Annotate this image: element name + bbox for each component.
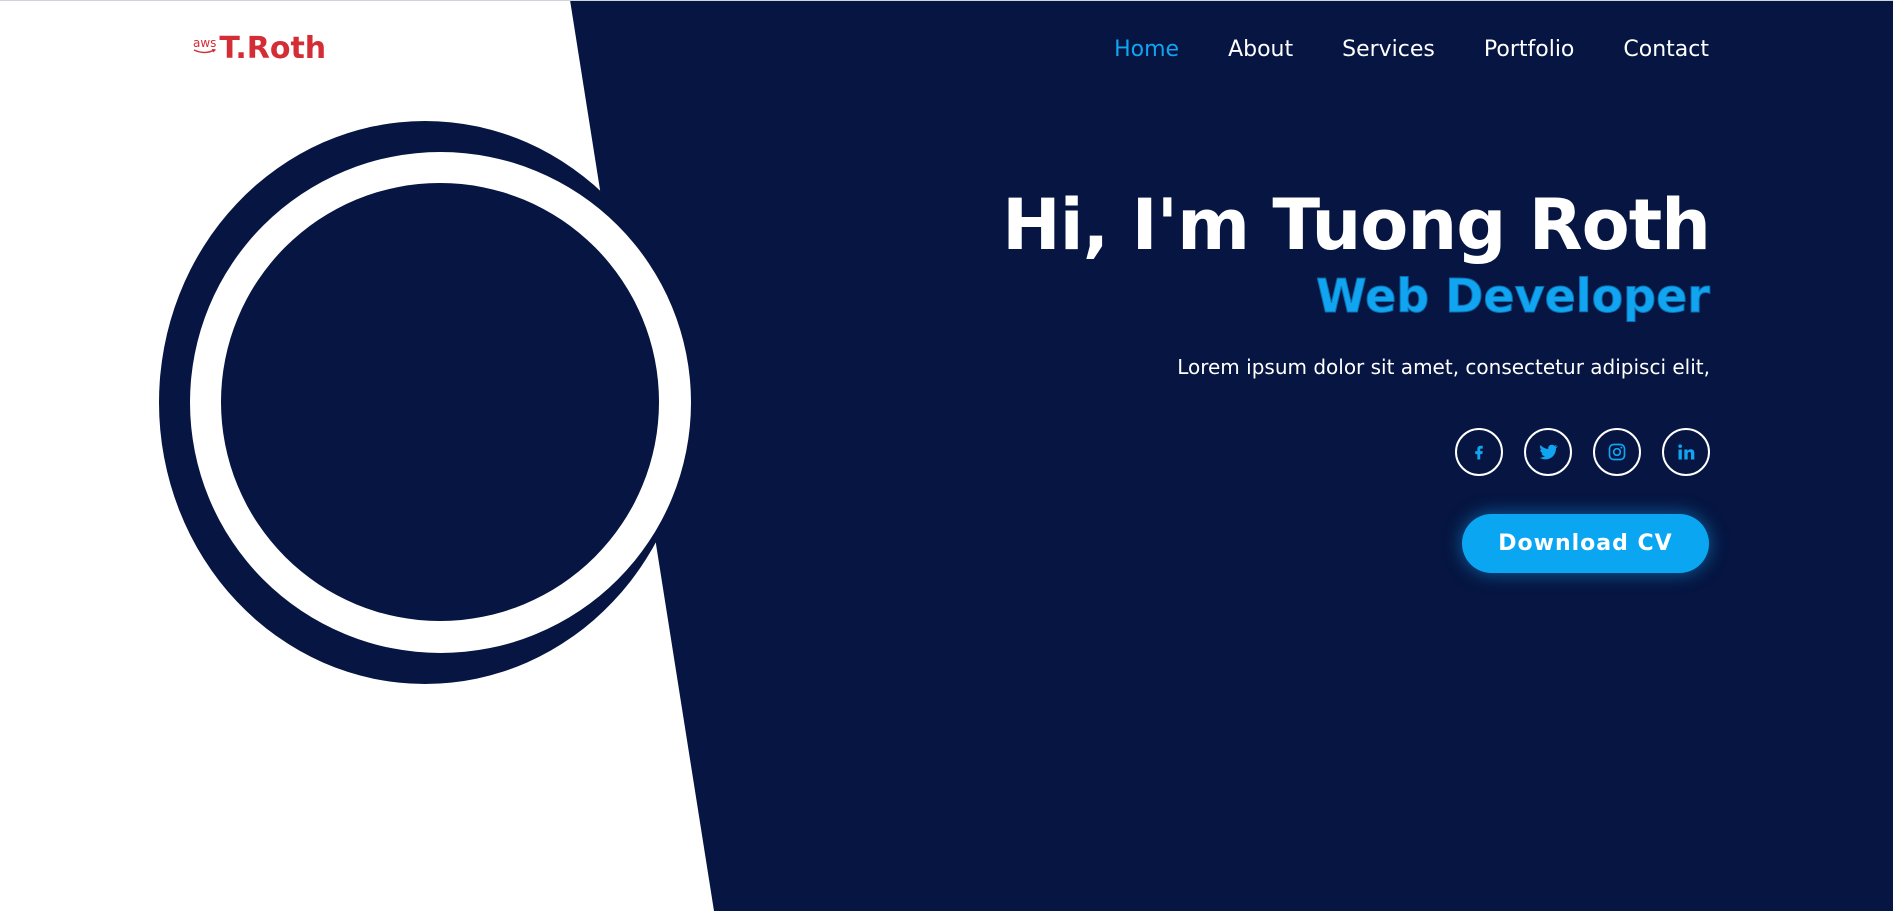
- main-nav: Home About Services Portfolio Contact: [1114, 36, 1709, 64]
- twitter-link[interactable]: [1524, 428, 1572, 476]
- facebook-link[interactable]: [1455, 428, 1503, 476]
- logo[interactable]: aws T.Roth: [193, 33, 326, 65]
- hero-tagline: Lorem ipsum dolor sit amet, consectetur …: [1177, 355, 1710, 379]
- aws-logo-mark: aws: [193, 36, 217, 54]
- profile-image-placeholder: [221, 183, 659, 621]
- hero-text: Hi, I'm Tuong Roth Web Developer Lorem i…: [810, 180, 1711, 380]
- aws-smile-icon: [193, 49, 217, 54]
- page: aws T.Roth Home About Services Portfolio…: [0, 0, 1893, 911]
- nav-home[interactable]: Home: [1114, 36, 1179, 64]
- nav-portfolio[interactable]: Portfolio: [1484, 36, 1575, 64]
- aws-text: aws: [193, 36, 217, 50]
- nav-contact[interactable]: Contact: [1623, 36, 1709, 64]
- linkedin-icon: [1678, 444, 1695, 460]
- instagram-icon: [1608, 443, 1626, 461]
- twitter-icon: [1539, 444, 1558, 460]
- download-cv-button[interactable]: Download CV: [1462, 514, 1709, 573]
- instagram-link[interactable]: [1593, 428, 1641, 476]
- facebook-icon: [1475, 445, 1483, 460]
- nav-about[interactable]: About: [1228, 36, 1293, 64]
- hero-greeting: Hi, I'm Tuong Roth: [1002, 184, 1711, 266]
- logo-name: T.Roth: [219, 31, 327, 66]
- linkedin-link[interactable]: [1662, 428, 1710, 476]
- hero-role: Web Developer: [1316, 269, 1711, 324]
- social-links: [1455, 428, 1710, 476]
- nav-services[interactable]: Services: [1342, 36, 1435, 64]
- top-border: [0, 0, 1893, 1]
